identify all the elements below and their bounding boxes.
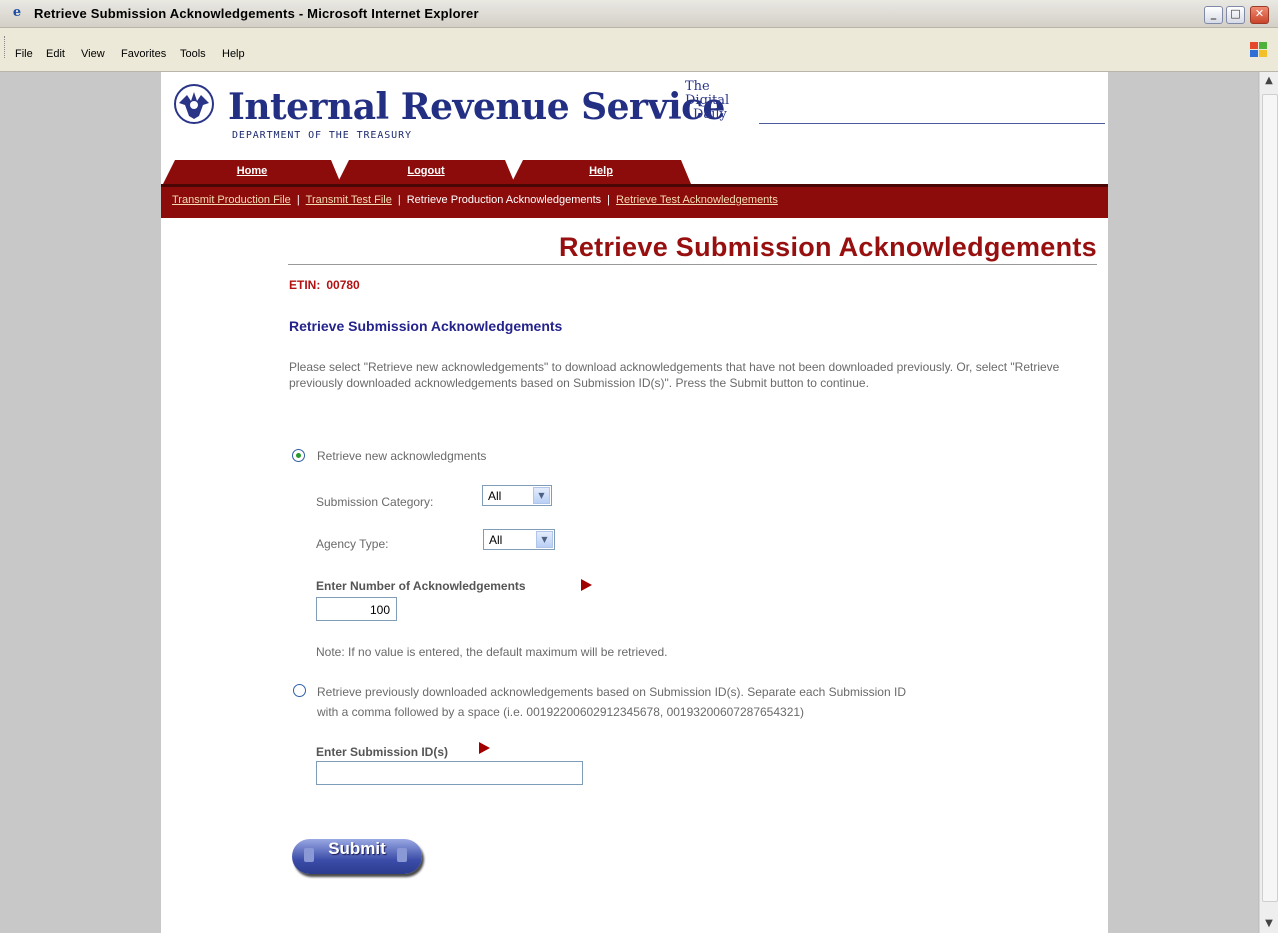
header-divider <box>759 123 1105 124</box>
browser-viewport: Internal Revenue Service DEPARTMENT OF T… <box>0 72 1258 933</box>
menu-file[interactable]: File <box>15 48 33 60</box>
agency-type-value: All <box>489 533 503 547</box>
submission-ids-input[interactable] <box>316 761 583 785</box>
default-maximum-note: Note: If no value is entered, the defaul… <box>316 645 668 659</box>
minimize-button[interactable]: _ <box>1204 6 1223 24</box>
title-divider <box>288 264 1097 265</box>
tab-home[interactable]: Home <box>163 160 341 184</box>
chevron-down-icon[interactable]: ▼ <box>533 487 550 504</box>
sub-navigation: Transmit Production File | Transmit Test F… <box>161 184 1108 218</box>
etin-display: ETIN: 00780 <box>289 278 360 292</box>
agency-name[interactable]: Internal Revenue Service <box>228 86 725 128</box>
nav-link-transmit-test-file[interactable]: Transmit Test File <box>306 194 392 206</box>
menu-favorites[interactable]: Favorites <box>121 48 166 60</box>
nav-link-retrieve-test-acknowledgements[interactable]: Retrieve Test Acknowledgements <box>616 194 778 206</box>
retrieve-new-radio[interactable] <box>292 449 305 462</box>
tagline-line: Daily <box>693 107 727 122</box>
number-of-acknowledgements-label: Enter Number of Acknowledgements <box>316 579 526 593</box>
retrieve-previous-label[interactable]: Retrieve previously downloaded acknowled… <box>317 685 906 699</box>
tab-help[interactable]: Help <box>511 160 691 184</box>
main-tabs: Home Logout Help <box>161 160 1108 184</box>
windows-logo-icon <box>1250 42 1268 58</box>
web-page: Internal Revenue Service DEPARTMENT OF T… <box>161 72 1108 933</box>
submit-button[interactable]: Submit <box>292 839 422 874</box>
nav-current-retrieve-production-acknowledgements: Retrieve Production Acknowledgements <box>406 194 602 206</box>
number-of-acknowledgements-value: 100 <box>369 603 390 617</box>
submission-category-label: Submission Category: <box>316 495 434 509</box>
section-heading: Retrieve Submission Acknowledgements <box>289 318 563 334</box>
etin-label: ETIN: <box>289 278 321 292</box>
nav-separator: | <box>607 194 611 206</box>
required-arrow-icon <box>581 579 592 591</box>
required-arrow-icon <box>479 742 490 754</box>
retrieve-new-label[interactable]: Retrieve new acknowledgments <box>317 449 486 463</box>
tagline-line: Digital <box>685 93 730 108</box>
digital-daily-tagline[interactable]: The Digital Daily <box>685 80 729 122</box>
window-title: Retrieve Submission Acknowledgements - M… <box>34 6 479 21</box>
scroll-up-arrow-icon[interactable]: ▲ <box>1262 74 1276 88</box>
menu-bar: File Edit View Favorites Tools Help <box>0 28 1278 72</box>
vertical-scrollbar[interactable]: ▲ ▼ <box>1259 72 1278 933</box>
department-name: DEPARTMENT OF THE TREASURY <box>232 130 412 141</box>
submission-ids-label: Enter Submission ID(s) <box>316 745 449 759</box>
internet-explorer-icon: e <box>12 5 22 20</box>
menu-tools[interactable]: Tools <box>180 48 206 60</box>
nav-link-transmit-production-file[interactable]: Transmit Production File <box>172 194 291 206</box>
instructions-text: Please select "Retrieve new acknowledgem… <box>289 360 1060 390</box>
tagline-line: The <box>685 79 710 94</box>
menu-help[interactable]: Help <box>222 48 245 60</box>
chevron-down-icon[interactable]: ▼ <box>536 531 553 548</box>
agency-type-select[interactable]: All ▼ <box>483 529 555 550</box>
maximize-button[interactable]: □ <box>1226 6 1245 24</box>
submission-category-value: All <box>488 489 502 503</box>
nav-separator: | <box>296 194 300 206</box>
retrieve-previous-radio[interactable] <box>293 684 306 697</box>
irs-eagle-logo-icon <box>174 84 214 124</box>
page-title: Retrieve Submission Acknowledgements <box>559 232 1097 262</box>
agency-type-label: Agency Type: <box>316 537 389 551</box>
close-button[interactable]: ✕ <box>1250 6 1269 24</box>
toolbar-grip[interactable] <box>4 36 8 58</box>
window-titlebar: e Retrieve Submission Acknowledgements -… <box>0 0 1278 28</box>
retrieve-previous-label-continued: with a comma followed by a space (i.e. 0… <box>317 705 805 719</box>
etin-value: 00780 <box>326 278 360 292</box>
menu-view[interactable]: View <box>81 48 105 60</box>
submission-category-select[interactable]: All ▼ <box>482 485 552 506</box>
scrollbar-thumb[interactable] <box>1262 94 1278 902</box>
tab-logout[interactable]: Logout <box>337 160 515 184</box>
scroll-down-arrow-icon[interactable]: ▼ <box>1262 917 1276 931</box>
menu-edit[interactable]: Edit <box>46 48 65 60</box>
submit-button-label[interactable]: Submit <box>292 839 422 872</box>
nav-separator: | <box>397 194 401 206</box>
number-of-acknowledgements-input[interactable]: 100 <box>316 597 397 621</box>
